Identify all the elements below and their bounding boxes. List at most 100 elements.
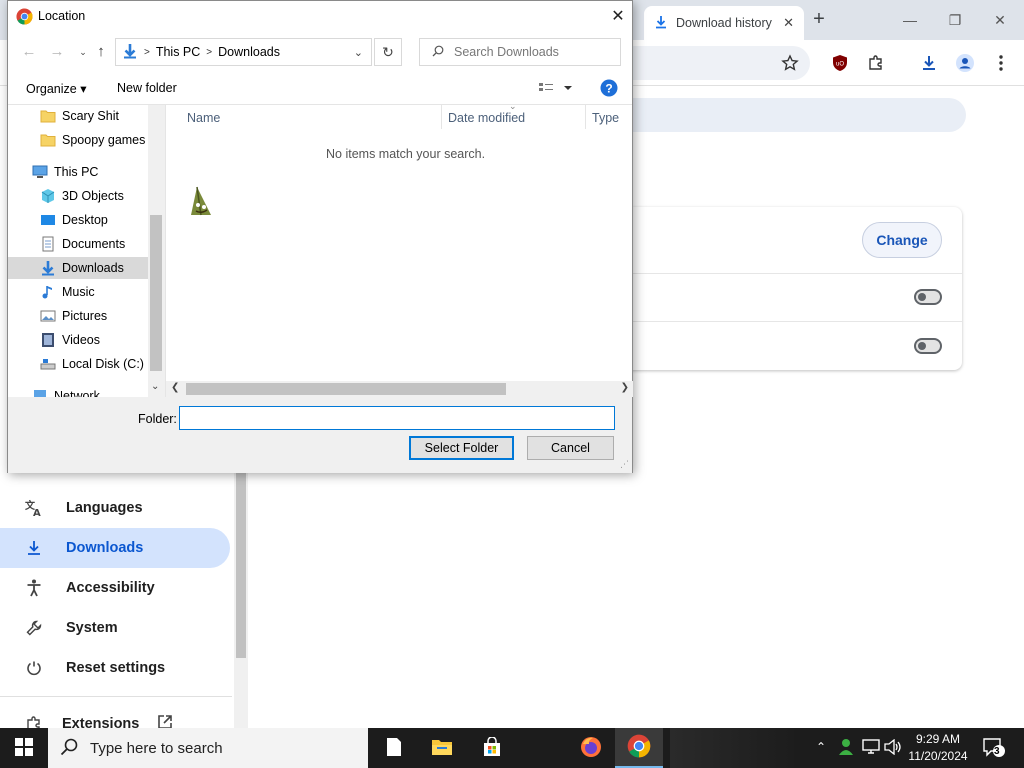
window-close-button[interactable]: ✕ — [980, 6, 1020, 34]
view-options-icon[interactable] — [538, 81, 574, 98]
nav-item-desktop[interactable]: Desktop — [40, 209, 108, 231]
scroll-left-chevron-icon[interactable]: ❮ — [171, 382, 179, 393]
dialog-close-button[interactable]: ✕ — [606, 5, 630, 29]
documents-icon — [40, 236, 56, 252]
dialog-navigation-bar: ← → ⌄ ↑ > This PC > Downloads ⌄ ↻ Search… — [8, 33, 632, 71]
taskbar-file-explorer[interactable] — [418, 728, 466, 768]
sidebar-item-downloads[interactable]: Downloads — [0, 528, 230, 568]
nav-item-music[interactable]: Music — [40, 281, 95, 303]
sidebar-item-languages[interactable]: 文A Languages — [0, 488, 230, 528]
search-placeholder: Search Downloads — [454, 45, 559, 59]
network-tray-icon[interactable] — [862, 739, 880, 758]
taskbar-chrome[interactable] — [615, 728, 663, 768]
sidebar-item-label: Accessibility — [66, 580, 155, 596]
column-header-name[interactable]: Name — [187, 111, 220, 125]
nav-item-label: Network — [54, 389, 100, 397]
tab-close-icon[interactable]: ✕ — [783, 15, 794, 31]
resize-grip-icon[interactable]: ⋰ — [620, 459, 629, 470]
address-dropdown-chevron-icon[interactable]: ⌄ — [354, 46, 363, 59]
user-tray-icon[interactable] — [838, 738, 854, 759]
accessibility-icon — [24, 578, 44, 598]
sidebar-item-label: Languages — [66, 500, 143, 516]
nav-item-spoopy-games[interactable]: Spoopy games — [40, 129, 145, 151]
taskbar-clock[interactable]: 9:29 AM 11/20/2024 — [902, 731, 974, 765]
taskbar-search-box[interactable]: Type here to search — [48, 728, 368, 768]
nav-item-this-pc[interactable]: This PC — [32, 161, 98, 183]
pictures-icon — [40, 308, 56, 324]
tab-title: Download history — [676, 16, 772, 30]
taskbar-firefox[interactable] — [567, 728, 615, 768]
forward-arrow-icon[interactable]: → — [48, 43, 66, 61]
breadcrumb-this-pc[interactable]: This PC — [156, 45, 200, 59]
profile-avatar-icon[interactable] — [952, 50, 978, 76]
refresh-button[interactable]: ↻ — [374, 38, 402, 66]
search-icon — [60, 738, 78, 759]
pc-icon — [32, 164, 48, 180]
settings-search-bar[interactable] — [610, 98, 966, 132]
recent-locations-chevron-icon[interactable]: ⌄ — [74, 43, 92, 61]
sidebar-item-system[interactable]: System — [0, 608, 230, 648]
sidebar-item-accessibility[interactable]: Accessibility — [0, 568, 230, 608]
tab-download-history[interactable]: Download history ✕ — [644, 6, 804, 40]
breadcrumb-downloads[interactable]: Downloads — [218, 45, 280, 59]
drive-icon — [40, 356, 56, 372]
nav-item-videos[interactable]: Videos — [40, 329, 100, 351]
file-list-horizontal-scrollbar[interactable]: ❮ ❯ — [166, 381, 633, 397]
change-location-button[interactable]: Change — [862, 222, 942, 258]
sidebar-item-reset-settings[interactable]: Reset settings — [0, 648, 230, 688]
cancel-button[interactable]: Cancel — [527, 436, 614, 460]
navigation-pane-scroll-thumb[interactable] — [150, 215, 162, 371]
navigation-pane-scrollbar[interactable]: ⌄ — [148, 105, 164, 397]
nav-item-pictures[interactable]: Pictures — [40, 305, 107, 327]
search-downloads-input[interactable]: Search Downloads — [419, 38, 621, 66]
nav-item-label: Videos — [62, 333, 100, 347]
settings-sidebar: 文A Languages Downloads Accessibility Sys… — [0, 472, 250, 732]
folder-input[interactable] — [179, 406, 615, 430]
new-tab-button[interactable]: + — [808, 8, 830, 30]
minimize-button[interactable]: — — [890, 6, 930, 34]
address-breadcrumb[interactable]: > This PC > Downloads ⌄ — [115, 38, 372, 66]
column-header-type[interactable]: Type — [592, 111, 619, 125]
up-arrow-icon[interactable]: ↑ — [92, 43, 110, 61]
scroll-down-chevron-icon[interactable]: ⌄ — [151, 381, 159, 392]
ask-where-to-save-toggle[interactable] — [914, 289, 942, 305]
nav-item-network[interactable]: Network — [32, 385, 100, 397]
nav-item-documents[interactable]: Documents — [40, 233, 125, 255]
nav-item-downloads[interactable]: Downloads — [8, 257, 148, 279]
taskbar-microsoft-store[interactable] — [468, 728, 516, 768]
download-icon — [122, 43, 138, 62]
select-folder-button[interactable]: Select Folder — [409, 436, 514, 460]
taskbar-search-placeholder: Type here to search — [90, 739, 223, 757]
extensions-puzzle-icon[interactable] — [863, 50, 889, 76]
back-arrow-icon[interactable]: ← — [20, 43, 38, 61]
dialog-title: Location — [38, 9, 86, 23]
clock-date: 11/20/2024 — [908, 749, 968, 763]
column-header-date-modified[interactable]: Date modified — [448, 111, 525, 125]
downloads-toolbar-icon[interactable] — [916, 50, 942, 76]
nav-item-label: Downloads — [62, 261, 124, 275]
nav-item-scary-shit[interactable]: Scary Shit — [40, 105, 119, 127]
folder-label: Folder: — [138, 412, 177, 426]
bookmark-star-icon[interactable] — [777, 50, 803, 76]
taskbar-notepad[interactable] — [370, 728, 418, 768]
nav-item-local-disk[interactable]: Local Disk (C:) — [40, 353, 144, 375]
windows-taskbar: Type here to search ⌃ 9:29 AM 11/20/2024… — [0, 728, 1024, 768]
help-icon[interactable]: ? — [600, 79, 618, 100]
sidebar-scroll-thumb[interactable] — [236, 472, 246, 658]
wrench-icon — [24, 618, 44, 638]
restore-button[interactable]: ❐ — [935, 6, 975, 34]
ublock-icon[interactable]: uO — [827, 50, 853, 76]
taskbar-wallpaper-strip — [670, 728, 800, 768]
start-button[interactable] — [0, 728, 48, 768]
dialog-titlebar[interactable]: Location ✕ — [8, 1, 632, 33]
show-hidden-icons-chevron[interactable]: ⌃ — [816, 740, 826, 754]
sidebar-scrollbar[interactable] — [234, 472, 248, 728]
scroll-right-chevron-icon[interactable]: ❯ — [621, 382, 629, 393]
nav-item-3d-objects[interactable]: 3D Objects — [40, 185, 124, 207]
new-folder-button[interactable]: New folder — [117, 81, 177, 95]
show-downloads-toggle[interactable] — [914, 338, 942, 354]
horizontal-scroll-thumb[interactable] — [186, 383, 506, 395]
volume-tray-icon[interactable] — [884, 738, 902, 758]
menu-kebab-icon[interactable] — [988, 50, 1014, 76]
organize-menu[interactable]: Organize ▾ — [26, 81, 86, 96]
